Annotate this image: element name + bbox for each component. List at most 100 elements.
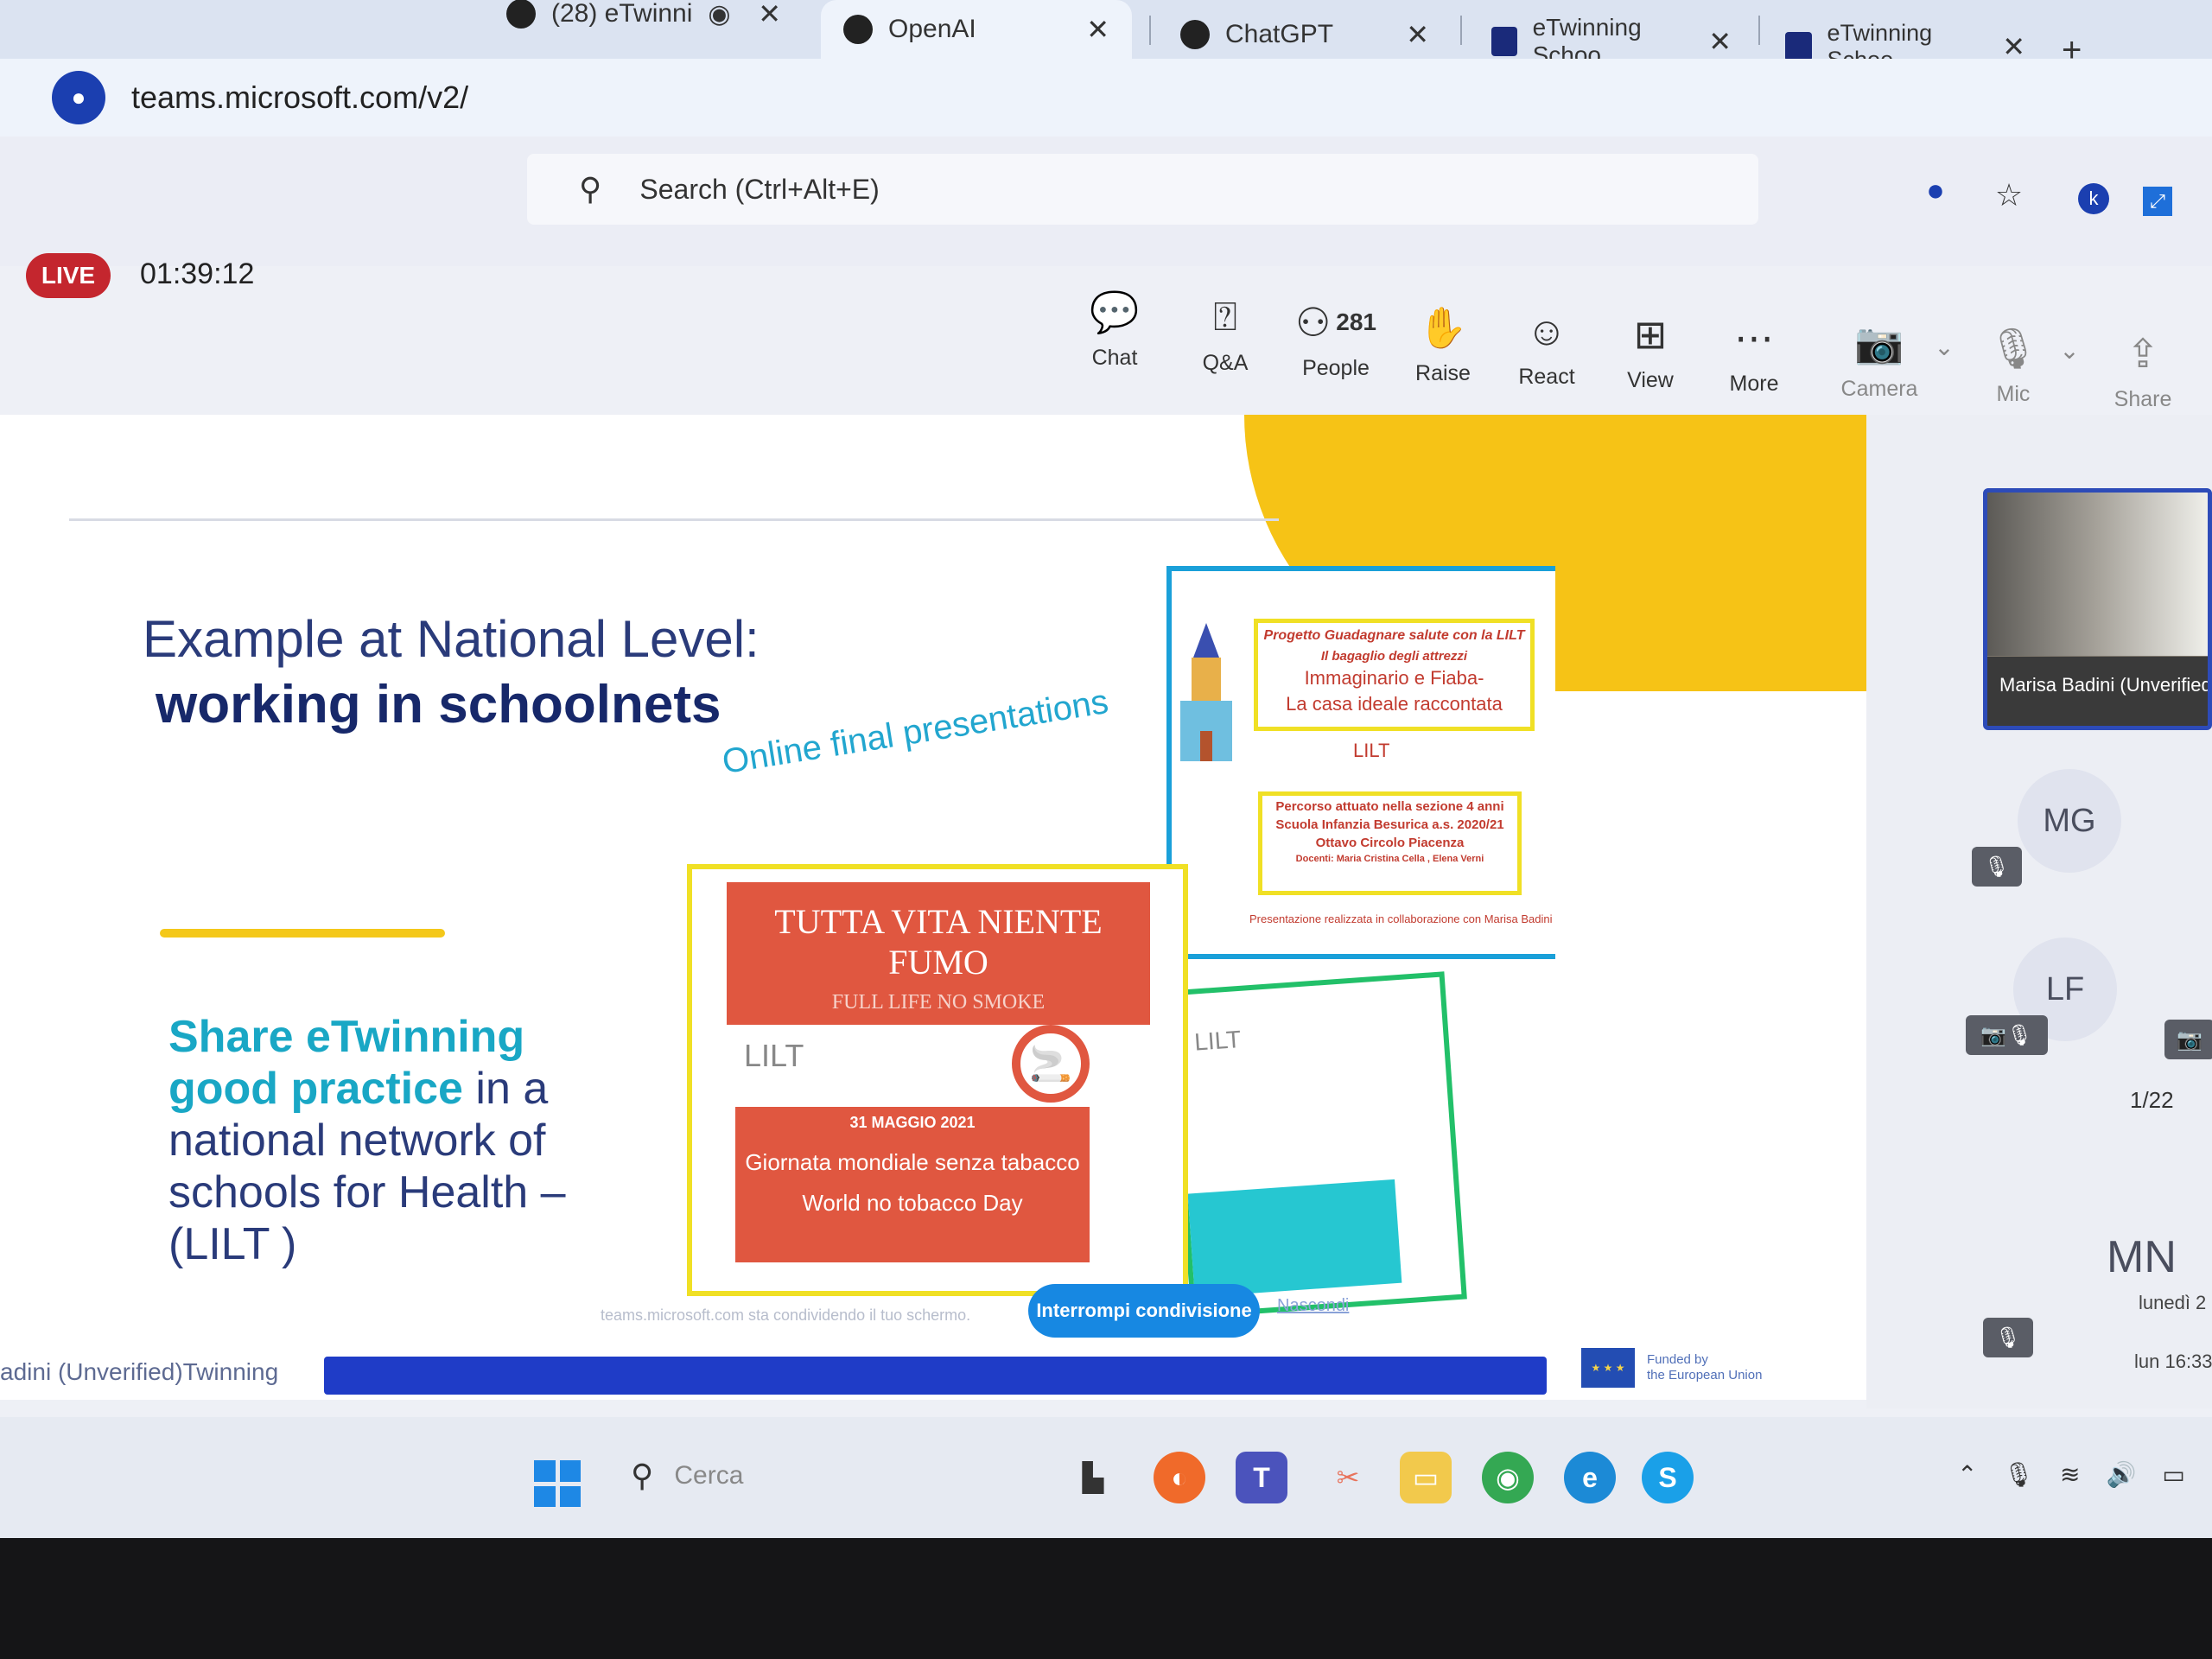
share-button[interactable]: ⇪ Share <box>2091 327 2195 412</box>
search-icon: ⚲ <box>579 171 602 207</box>
tab-separator <box>1149 16 1151 45</box>
close-tab-icon[interactable]: ✕ <box>1708 25 1732 58</box>
people-button[interactable]: ⚇ 281 People <box>1284 296 1388 381</box>
tab-etwinning-feed[interactable]: (28) eTwinni ◉ ✕ <box>484 0 804 43</box>
smiley-icon: ☺ <box>1526 308 1567 353</box>
close-tab-icon[interactable]: ✕ <box>1406 18 1429 51</box>
poster-credit: Presentazione realizzata in collaborazio… <box>1249 912 1553 925</box>
more-button[interactable]: ⋯ More <box>1702 311 1806 397</box>
project-line: Immaginario e Fiaba- <box>1304 667 1484 689</box>
chevron-up-icon[interactable]: ⌃ <box>1957 1460 1977 1489</box>
people-label: People <box>1302 356 1370 380</box>
screen-sharing-notice: teams.microsoft.com sta condividendo il … <box>601 1306 971 1324</box>
share-text: schools for Health – <box>168 1167 566 1217</box>
taskbar-search-placeholder: Cerca <box>674 1461 744 1490</box>
poster-english-text: World no tobacco Day <box>802 1190 1023 1216</box>
address-bar[interactable]: ● teams.microsoft.com/v2/ <box>52 67 1521 128</box>
taskbar-search[interactable]: ⚲ Cerca <box>622 1441 1054 1510</box>
tab-title: OpenAI <box>888 15 976 43</box>
share-screen-icon: ⇪ <box>2126 331 2160 376</box>
yellow-accent-bar <box>160 929 445 938</box>
chat-button[interactable]: 💬 Chat <box>1063 285 1166 371</box>
muted-camera-mic-icon: 📷🎙 <box>1966 1015 2048 1055</box>
poster-header: TUTTA VITA NIENTE FUMO FULL LIFE NO SMOK… <box>727 882 1150 1025</box>
profile-k-icon[interactable]: k <box>2078 183 2109 214</box>
camera-options-chevron[interactable]: ⌄ <box>1923 320 1966 373</box>
slide-footer: adini (Unverified)Twinning ★ ★ ★ Funded … <box>0 1348 1866 1408</box>
participant-video-tile[interactable]: Marisa Badini (Unverified) <box>1983 488 2212 730</box>
chevron-down-icon: ⌄ <box>1934 333 1955 360</box>
file-explorer-icon[interactable]: ▙ <box>1067 1452 1119 1503</box>
school-line: Scuola Infanzia Besurica a.s. 2020/21 <box>1275 817 1504 832</box>
chat-timestamp: lunedì 2 <box>2139 1292 2207 1313</box>
school-line: Percorso attuato nella sezione 4 anni <box>1275 799 1504 814</box>
castle-illustration <box>1180 623 1232 761</box>
slide-title-line1: Example at National Level: <box>143 610 760 668</box>
funded-line: the European Union <box>1647 1368 1763 1382</box>
funded-line: Funded by <box>1647 1352 1708 1367</box>
view-button[interactable]: ⊞ View <box>1599 308 1702 393</box>
participant-avatar-mg[interactable]: MG <box>2018 769 2121 873</box>
tab-separator <box>1460 16 1462 45</box>
chrome-icon[interactable]: ◉ <box>1482 1452 1534 1503</box>
tab-chatgpt[interactable]: ChatGPT ✕ <box>1158 5 1452 64</box>
ellipsis-icon: ⋯ <box>1734 315 1774 360</box>
teams-icon[interactable]: T <box>1236 1452 1287 1503</box>
muted-mic-icon: 🎙 <box>1972 847 2022 887</box>
edge-icon[interactable]: e <box>1564 1452 1616 1503</box>
wifi-icon[interactable]: ≋ <box>2060 1460 2080 1489</box>
battery-icon[interactable]: ▭ <box>2162 1460 2184 1489</box>
chatgpt-icon <box>1180 20 1210 49</box>
video-feed <box>1987 493 2208 656</box>
stop-sharing-button[interactable]: Interrompi condivisione <box>1028 1284 1260 1338</box>
teams-search-input[interactable]: ⚲ Search (Ctrl+Alt+E) <box>527 154 1758 225</box>
live-badge: LIVE <box>26 253 111 298</box>
etwinning-icon <box>506 0 536 29</box>
poster-date: 31 MAGGIO 2021 <box>849 1114 976 1131</box>
skype-icon[interactable]: S <box>1642 1452 1694 1503</box>
camera-button[interactable]: 📷 Camera <box>1827 316 1931 402</box>
decorative-teal-strip <box>1187 1179 1402 1298</box>
people-icon: ⚇ <box>1295 300 1332 345</box>
tab-openai[interactable]: OpenAI ✕ <box>821 0 1132 59</box>
share-highlight: Share eTwinning <box>168 1012 525 1062</box>
project-line: Progetto Guadagnare salute con la LILT <box>1263 628 1525 643</box>
extension-icon[interactable]: ● <box>1918 172 1953 207</box>
folder-icon[interactable]: ▭ <box>1400 1452 1452 1503</box>
muted-mic-icon: 🎙 <box>1983 1318 2033 1357</box>
monitor-screen: (28) eTwinni ◉ ✕ OpenAI ✕ ChatGPT ✕ e Twi… <box>0 0 2212 1538</box>
muted-camera-icon: 📷 <box>2164 1020 2212 1059</box>
close-tab-icon[interactable]: ✕ <box>758 0 781 30</box>
tab-title: (28) eTwinni <box>551 0 693 28</box>
browser-tab-strip: (28) eTwinni ◉ ✕ OpenAI ✕ ChatGPT ✕ eTwi… <box>0 0 2212 73</box>
react-button[interactable]: ☺ React <box>1495 304 1599 390</box>
hide-link[interactable]: Nascondi <box>1277 1296 1349 1316</box>
project-line: La casa ideale raccontata <box>1286 693 1503 715</box>
snipping-tool-icon[interactable]: ✂ <box>1322 1452 1374 1503</box>
windows-taskbar: ⚲ Cerca ▙ ◐ T ✂ ▭ ◉ e S ⌃ 🎙 ≋ 🔊 ▭ <box>0 1417 2212 1538</box>
volume-icon[interactable]: 🔊 <box>2106 1460 2136 1489</box>
close-tab-icon[interactable]: ✕ <box>1086 13 1109 46</box>
system-tray: ⌃ 🎙 ≋ 🔊 ▭ <box>1957 1460 2185 1489</box>
firefox-icon[interactable]: ◐ <box>1154 1452 1205 1503</box>
star-icon[interactable]: ☆ <box>1992 177 2026 213</box>
school-info-box: Percorso attuato nella sezione 4 anni Sc… <box>1258 791 1522 895</box>
share-label: Share <box>2113 387 2172 411</box>
camera-label: Camera <box>1840 377 1918 401</box>
url-text[interactable]: teams.microsoft.com/v2/ <box>131 79 468 116</box>
teams-header: ⚲ Search (Ctrl+Alt+E) ● ☆ k ⤢ LIVE 01:39… <box>0 137 2212 298</box>
qa-icon: ⍰ <box>1213 294 1237 339</box>
browser-address-row: ● teams.microsoft.com/v2/ <box>0 59 2212 137</box>
record-icon: ◉ <box>708 0 731 29</box>
participant-avatar-mn[interactable]: MN <box>2107 1231 2177 1283</box>
online-presentations-label: Online final presentations <box>719 682 1111 782</box>
mic-tray-icon[interactable]: 🎙 <box>2003 1460 2034 1489</box>
mic-options-chevron[interactable]: ⌄ <box>2048 323 2091 377</box>
windows-start-icon[interactable] <box>534 1460 581 1507</box>
presenter-overlay: adini (Unverified)Twinning <box>0 1358 278 1386</box>
site-info-icon[interactable]: ● <box>52 71 105 124</box>
qa-button[interactable]: ⍰ Q&A <box>1173 290 1277 376</box>
expand-icon[interactable]: ⤢ <box>2143 187 2172 216</box>
raise-hand-button[interactable]: ✋ Raise <box>1391 301 1495 386</box>
mic-label: Mic <box>1996 382 2031 406</box>
